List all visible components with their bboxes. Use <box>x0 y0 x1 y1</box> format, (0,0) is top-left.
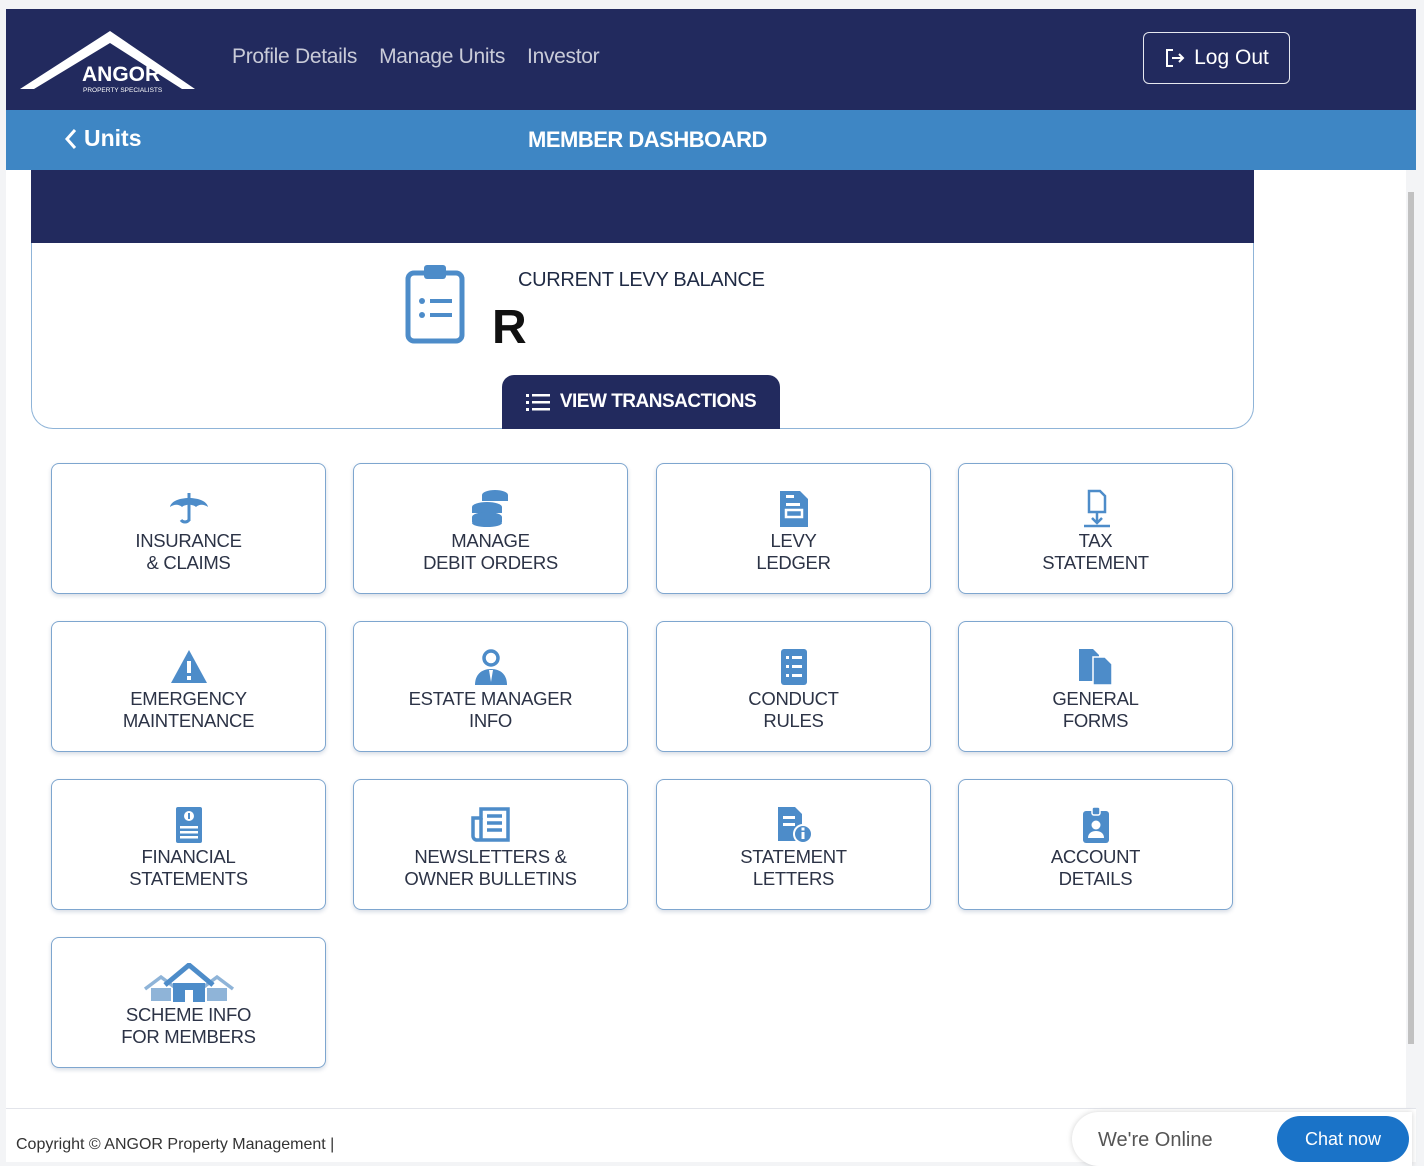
tile-label-line1: STATEMENT <box>740 845 847 867</box>
levy-balance-label: CURRENT LEVY BALANCE <box>518 269 765 291</box>
chat-status: We're Online <box>1098 1129 1213 1151</box>
tile-label-line1: FINANCIAL <box>141 845 236 867</box>
logo-tagline: PROPERTY SPECIALISTS <box>83 87 163 94</box>
copyright-text: Copyright © ANGOR Property Management | <box>16 1136 335 1153</box>
tile-general-forms[interactable]: GENERAL FORMS <box>958 621 1233 752</box>
tile-levy-ledger[interactable]: LEVY LEDGER <box>656 463 931 594</box>
balance-card-header <box>31 170 1254 244</box>
tile-label-line2: LETTERS <box>752 867 835 889</box>
tile-label-line1: GENERAL <box>1052 687 1139 709</box>
levy-balance-amount: R <box>492 301 527 354</box>
tile-label-line1: LEVY <box>770 529 817 551</box>
logout-icon <box>1166 49 1185 67</box>
view-transactions-label: VIEW TRANSACTIONS <box>559 391 757 412</box>
tile-label-line1: EMERGENCY <box>130 687 247 709</box>
umbrella-icon <box>169 492 208 523</box>
list-icon <box>525 394 550 411</box>
tile-label-line1: ACCOUNT <box>1050 845 1141 867</box>
tile-label-line2: RULES <box>763 709 824 731</box>
list-document-icon <box>780 648 807 685</box>
tile-label-line2: FORMS <box>1062 709 1129 731</box>
angor-logo[interactable]: ANGOR PROPERTY SPECIALISTS <box>20 23 200 103</box>
tile-label-line2: INFO <box>469 709 512 731</box>
tile-label-line2: DEBIT ORDERS <box>423 551 558 573</box>
clipboard-icon <box>405 265 465 344</box>
tile-label-line2: LEDGER <box>756 551 831 573</box>
chevron-left-icon <box>64 128 77 149</box>
files-icon <box>1078 648 1113 686</box>
logo-wordmark: ANGOR <box>82 63 160 86</box>
coins-icon <box>471 489 508 527</box>
tile-label-line2: STATEMENTS <box>129 867 248 889</box>
warning-icon <box>170 649 207 683</box>
tile-emergency-maintenance[interactable]: EMERGENCY MAINTENANCE <box>51 621 326 752</box>
nav-manage-units[interactable]: Manage Units <box>379 45 505 69</box>
tile-label-line1: TAX <box>1078 529 1113 551</box>
tile-label-line2: OWNER BULLETINS <box>404 867 577 889</box>
newspaper-icon <box>470 806 510 842</box>
back-label: Units <box>84 125 142 151</box>
tile-label-line1: SCHEME INFO <box>125 1003 252 1025</box>
tile-label-line1: NEWSLETTERS & <box>414 845 567 867</box>
main-nav: Profile Details Manage Units Investor <box>232 45 600 69</box>
chat-now-button[interactable]: Chat now <box>1277 1116 1409 1162</box>
tile-label-line1: CONDUCT <box>748 687 839 709</box>
tile-label-line2: & CLAIMS <box>146 551 231 573</box>
tile-manage-debit-orders[interactable]: MANAGE DEBIT ORDERS <box>353 463 628 594</box>
view-transactions-button[interactable]: VIEW TRANSACTIONS <box>502 375 780 429</box>
tile-financial-statements[interactable]: FINANCIAL STATEMENTS <box>51 779 326 910</box>
tile-tax-statement[interactable]: TAX STATEMENT <box>958 463 1233 594</box>
logout-button[interactable]: Log Out <box>1143 32 1290 84</box>
document-info-icon <box>777 806 813 844</box>
tile-label-line2: DETAILS <box>1058 867 1133 889</box>
tile-estate-manager-info[interactable]: ESTATE MANAGER INFO <box>353 621 628 752</box>
scrollbar-thumb[interactable] <box>1408 192 1414 1044</box>
tile-insurance-claims[interactable]: INSURANCE & CLAIMS <box>51 463 326 594</box>
back-to-units-link[interactable]: Units <box>64 125 142 152</box>
finance-document-icon <box>175 806 202 843</box>
ledger-document-icon <box>779 490 808 527</box>
page-title: MEMBER DASHBOARD <box>528 127 767 152</box>
tile-label-line1: ESTATE MANAGER <box>408 687 573 709</box>
nav-investor[interactable]: Investor <box>527 45 600 69</box>
tile-conduct-rules[interactable]: CONDUCT RULES <box>656 621 931 752</box>
tile-scheme-info-members[interactable]: SCHEME INFO FOR MEMBERS <box>51 937 326 1068</box>
top-navbar: ANGOR PROPERTY SPECIALISTS Profile Detai… <box>6 9 1416 110</box>
tile-label-line1: INSURANCE <box>135 529 242 551</box>
tile-label-line2: MAINTENANCE <box>122 709 255 731</box>
tile-newsletters-bulletins[interactable]: NEWSLETTERS & OWNER BULLETINS <box>353 779 628 910</box>
manager-user-icon <box>474 648 507 685</box>
document-download-icon <box>1083 489 1110 527</box>
tile-label-line2: FOR MEMBERS <box>121 1025 256 1047</box>
tile-account-details[interactable]: ACCOUNT DETAILS <box>958 779 1233 910</box>
houses-icon <box>143 962 234 1002</box>
id-badge-icon <box>1082 805 1109 843</box>
tile-statement-letters[interactable]: STATEMENT LETTERS <box>656 779 931 910</box>
nav-profile-details[interactable]: Profile Details <box>232 45 357 69</box>
tile-label-line1: MANAGE <box>451 529 530 551</box>
sub-header: Units MEMBER DASHBOARD <box>6 110 1416 170</box>
tile-label-line2: STATEMENT <box>1042 551 1149 573</box>
logout-label: Log Out <box>1194 46 1269 69</box>
